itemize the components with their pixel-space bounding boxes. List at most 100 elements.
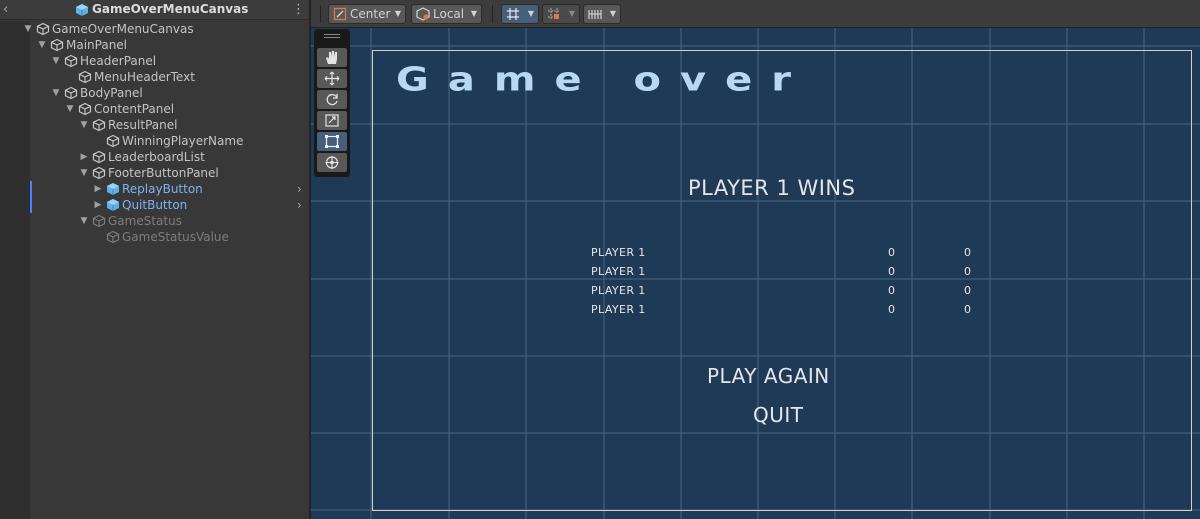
gameobject-cube-icon xyxy=(36,22,50,36)
palette-grip-icon[interactable] xyxy=(324,34,340,38)
rect-tool[interactable] xyxy=(317,132,347,151)
hierarchy-item[interactable]: ▶ ReplayButton › xyxy=(30,181,309,197)
foldout-expanded-icon[interactable]: ▼ xyxy=(23,22,33,36)
scale-tool[interactable] xyxy=(317,111,347,130)
increment-snap-toggle[interactable]: ▼ xyxy=(542,4,580,24)
hierarchy-item[interactable]: ▼ ContentPanel xyxy=(30,101,309,117)
pivot-icon xyxy=(333,7,347,21)
gameobject-cube-icon xyxy=(50,38,64,52)
hierarchy-item[interactable]: ▼ BodyPanel xyxy=(30,85,309,101)
caret-down-icon: ▼ xyxy=(470,9,477,18)
transform-tool[interactable] xyxy=(317,153,347,172)
pivot-label: Center xyxy=(350,7,391,21)
hierarchy-item-label: QuitButton xyxy=(122,198,188,212)
grid-snap-toggle[interactable]: ▼ xyxy=(501,4,539,24)
caret-down-icon: ▼ xyxy=(527,9,534,18)
pivot-center-dropdown[interactable]: Center ▼ xyxy=(328,4,406,24)
hierarchy-item-label: ResultPanel xyxy=(108,118,178,132)
transform-icon xyxy=(325,156,339,169)
hierarchy-item[interactable]: ▼ ResultPanel xyxy=(30,117,309,133)
hierarchy-item[interactable]: ▼ GameStatus xyxy=(30,213,309,229)
toolbar-separator xyxy=(492,5,493,23)
leaderboard-player-name: PLAYER 1 xyxy=(591,284,646,297)
menu-header-text[interactable]: Game over xyxy=(396,61,810,99)
foldout-collapsed-icon[interactable]: ▶ xyxy=(93,198,103,212)
quit-button[interactable]: QUIT xyxy=(753,403,804,427)
local-space-icon xyxy=(416,7,430,21)
hierarchy-item-label: HeaderPanel xyxy=(80,54,157,68)
foldout-expanded-icon[interactable]: ▼ xyxy=(79,214,89,228)
leaderboard-score-a: 0 xyxy=(888,303,895,316)
hand-icon xyxy=(326,51,337,64)
hierarchy-titlebar: ‹ GameOverMenuCanvas ⋮ xyxy=(0,0,311,20)
modified-indicator xyxy=(30,197,32,213)
hierarchy-item-label: ReplayButton xyxy=(122,182,203,196)
leaderboard-player-name: PLAYER 1 xyxy=(591,303,646,316)
hierarchy-item[interactable]: ▼ GameOverMenuCanvas xyxy=(25,21,309,37)
leaderboard-player-name: PLAYER 1 xyxy=(591,246,646,259)
hierarchy-item[interactable]: ▶ QuitButton › xyxy=(30,197,309,213)
hierarchy-item[interactable]: ▶ LeaderboardList xyxy=(30,149,309,165)
hierarchy-item[interactable]: ▼ HeaderPanel xyxy=(30,53,309,69)
rect-transform-icon xyxy=(325,135,339,148)
hierarchy-panel: ‹ GameOverMenuCanvas ⋮ ▼ GameOverMenuCanv… xyxy=(0,0,311,519)
scene-toolbar: Center ▼ Local ▼ ▼ ▼ ▼ xyxy=(311,0,1200,28)
gameobject-cube-icon xyxy=(64,86,78,100)
foldout-expanded-icon[interactable]: ▼ xyxy=(51,54,61,68)
leaderboard-score-a: 0 xyxy=(888,284,895,297)
back-chevron-icon[interactable]: ‹ xyxy=(3,2,8,17)
prefab-cube-icon xyxy=(107,199,119,211)
hierarchy-item-label: MenuHeaderText xyxy=(94,70,195,84)
hand-tool[interactable] xyxy=(317,48,347,67)
gameobject-cube-icon xyxy=(106,230,120,244)
toolbar-separator xyxy=(320,5,321,23)
space-local-dropdown[interactable]: Local ▼ xyxy=(411,4,482,24)
leaderboard-score-a: 0 xyxy=(888,246,895,259)
gameobject-cube-icon xyxy=(78,70,92,84)
gameobject-cube-icon xyxy=(78,102,92,116)
grid-icon xyxy=(588,10,602,19)
open-prefab-arrow-icon[interactable]: › xyxy=(297,197,302,213)
leaderboard-score-b: 0 xyxy=(964,303,971,316)
gameobject-cube-icon xyxy=(92,214,106,228)
hierarchy-gutter xyxy=(0,21,30,519)
leaderboard-score-b: 0 xyxy=(964,246,971,259)
hierarchy-item[interactable]: ▼ FooterButtonPanel xyxy=(30,165,309,181)
move-tool[interactable] xyxy=(317,69,347,88)
move-icon xyxy=(324,71,340,86)
grid-visibility-toggle[interactable]: ▼ xyxy=(583,4,621,24)
replay-button[interactable]: PLAY AGAIN xyxy=(707,364,830,388)
leaderboard-score-b: 0 xyxy=(964,284,971,297)
gameobject-cube-icon xyxy=(64,54,78,68)
foldout-expanded-icon[interactable]: ▼ xyxy=(37,38,47,52)
hierarchy-item[interactable]: ▼ MainPanel xyxy=(30,37,309,53)
hierarchy-item[interactable]: GameStatusValue xyxy=(30,229,309,245)
foldout-expanded-icon[interactable]: ▼ xyxy=(79,166,89,180)
winning-player-name[interactable]: PLAYER 1 WINS xyxy=(688,176,855,200)
foldout-expanded-icon[interactable]: ▼ xyxy=(79,118,89,132)
foldout-collapsed-icon[interactable]: ▶ xyxy=(79,150,89,164)
caret-down-icon: ▼ xyxy=(394,9,401,18)
open-prefab-arrow-icon[interactable]: › xyxy=(297,181,302,197)
foldout-collapsed-icon[interactable]: ▶ xyxy=(93,182,103,196)
leaderboard-score-b: 0 xyxy=(964,265,971,278)
hierarchy-item-label: MainPanel xyxy=(66,38,128,52)
hierarchy-item-label: FooterButtonPanel xyxy=(108,166,219,180)
foldout-expanded-icon[interactable]: ▼ xyxy=(65,102,75,116)
scene-view: Center ▼ Local ▼ ▼ ▼ ▼ Game over PLAYER … xyxy=(311,0,1200,519)
scene-title: GameOverMenuCanvas xyxy=(92,2,249,16)
tools-palette xyxy=(314,29,350,177)
rotate-tool[interactable] xyxy=(317,90,347,109)
grid-snap-icon xyxy=(507,8,519,20)
increment-snap-icon xyxy=(548,8,560,20)
hierarchy-item-label: GameStatusValue xyxy=(122,230,229,244)
hierarchy-item-label: WinningPlayerName xyxy=(122,134,244,148)
foldout-expanded-icon[interactable]: ▼ xyxy=(51,86,61,100)
hierarchy-item[interactable]: WinningPlayerName xyxy=(30,133,309,149)
leaderboard-score-a: 0 xyxy=(888,265,895,278)
more-options-icon[interactable]: ⋮ xyxy=(292,2,305,17)
space-label: Local xyxy=(433,7,465,21)
hierarchy-item[interactable]: MenuHeaderText xyxy=(30,69,309,85)
caret-down-icon: ▼ xyxy=(568,9,575,18)
scene-viewport[interactable]: Game over PLAYER 1 WINS PLAYER 1 0 0 PLAYER… xyxy=(311,28,1200,519)
